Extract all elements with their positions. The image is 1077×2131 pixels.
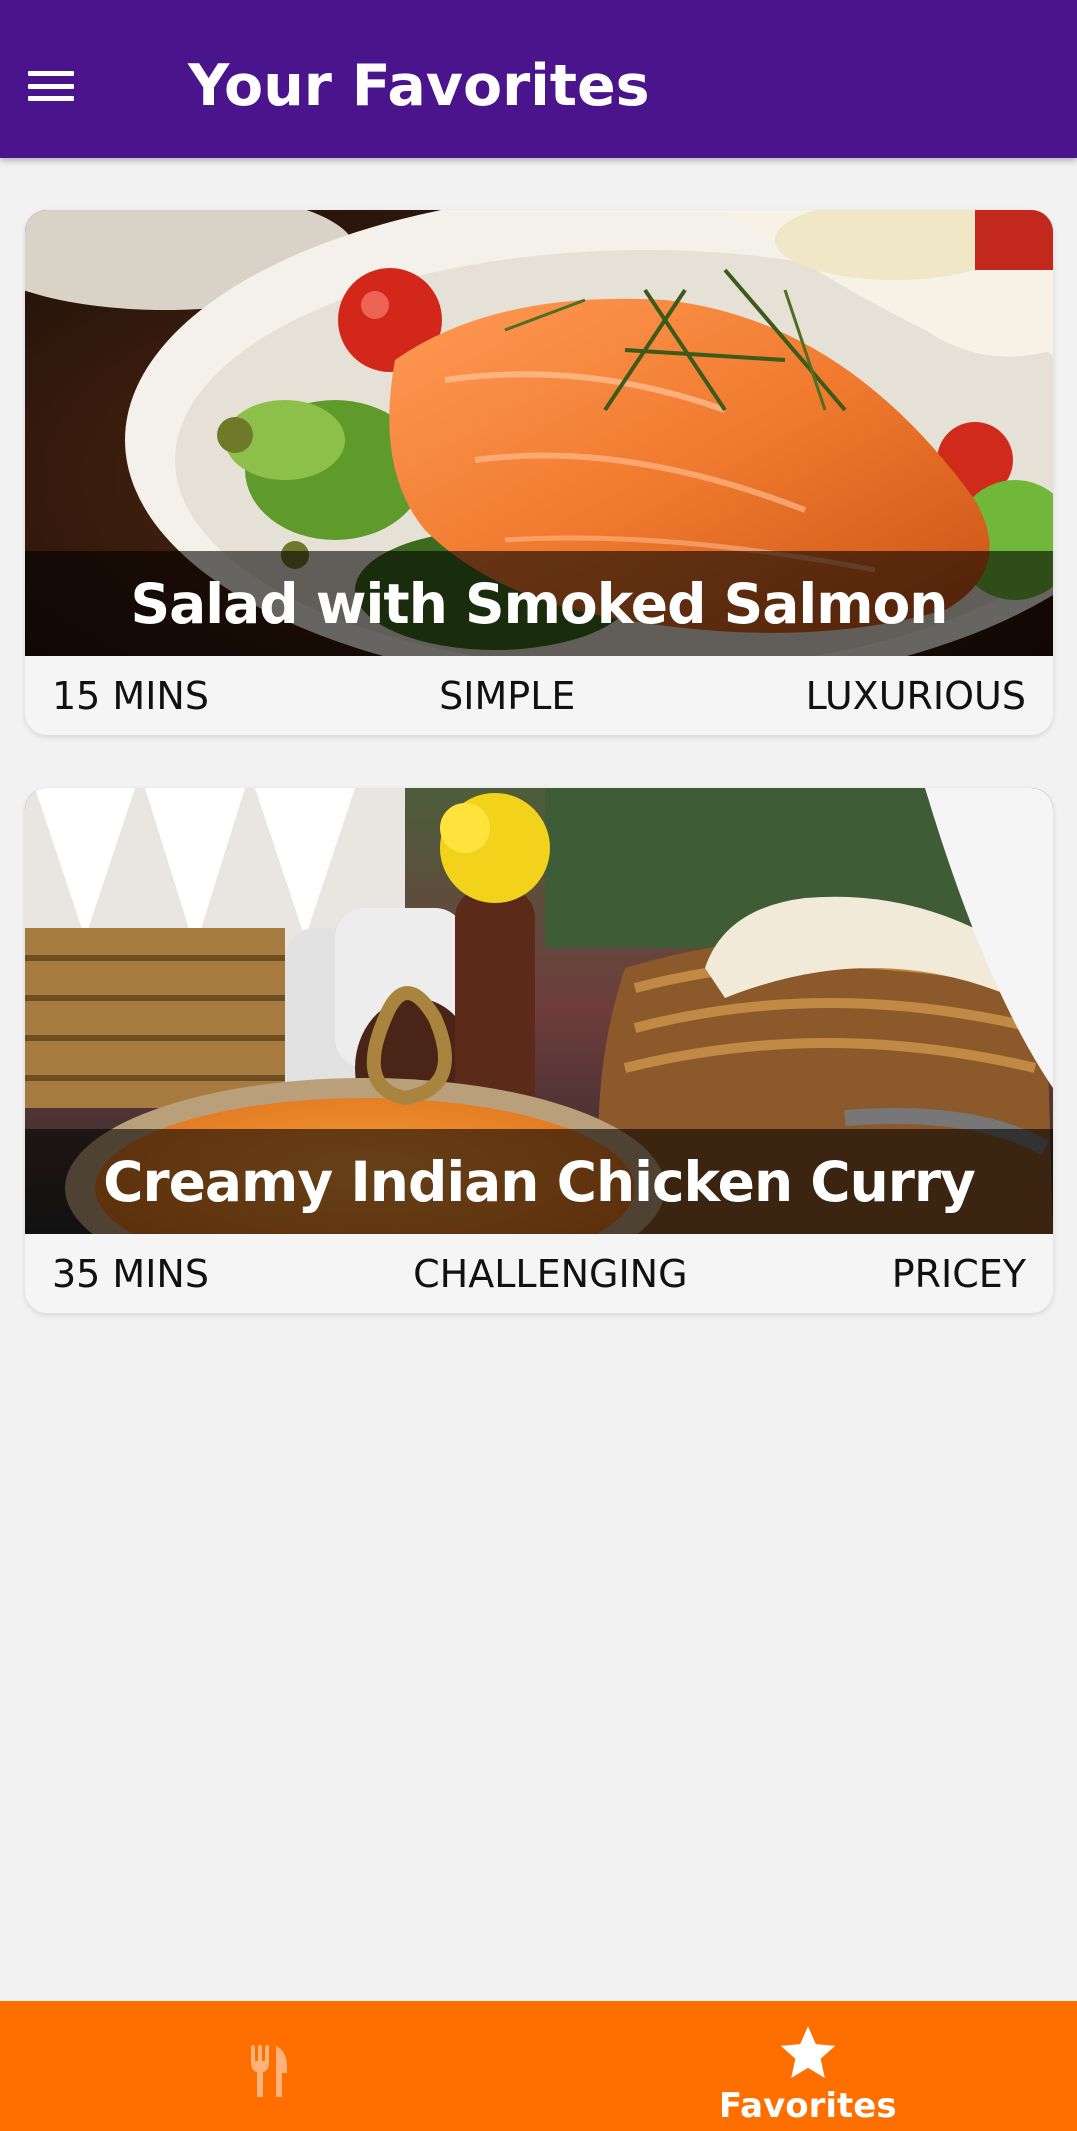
meal-card[interactable]: Salad with Smoked Salmon 15 MINS SIMPLE … xyxy=(25,210,1053,735)
tab-favorites[interactable]: Favorites xyxy=(539,2001,1077,2131)
favorite-meals-list: Salad with Smoked Salmon 15 MINS SIMPLE … xyxy=(25,210,1053,1366)
meal-details: 15 MINS SIMPLE LUXURIOUS xyxy=(25,656,1053,735)
meal-affordability: PRICEY xyxy=(891,1251,1026,1296)
meal-details: 35 MINS CHALLENGING PRICEY xyxy=(25,1234,1053,1313)
tab-favorites-label: Favorites xyxy=(718,2086,897,2126)
restaurant-icon xyxy=(251,2045,288,2097)
meal-title: Creamy Indian Chicken Curry xyxy=(103,1149,976,1214)
meal-duration: 15 MINS xyxy=(52,673,209,718)
meal-affordability: LUXURIOUS xyxy=(805,673,1026,718)
meal-duration: 35 MINS xyxy=(52,1251,209,1296)
menu-button[interactable] xyxy=(14,44,88,128)
star-icon xyxy=(780,2026,835,2078)
tab-meals[interactable] xyxy=(0,2001,539,2131)
hamburger-menu-icon xyxy=(28,71,74,101)
page-title: Your Favorites xyxy=(188,53,650,119)
meal-image-salmon-salad: Salad with Smoked Salmon xyxy=(25,210,1053,656)
bottom-navigation-bar: Favorites xyxy=(0,2001,1077,2131)
meal-title-overlay: Creamy Indian Chicken Curry xyxy=(25,1129,1053,1234)
app-bar: Your Favorites xyxy=(0,0,1077,158)
meal-complexity: CHALLENGING xyxy=(413,1251,688,1296)
favorites-screen: Your Favorites Salad with Smoked Salmon … xyxy=(0,0,1077,2131)
meal-title: Salad with Smoked Salmon xyxy=(130,571,949,636)
meal-complexity: SIMPLE xyxy=(439,673,576,718)
meal-image-chicken-curry: Creamy Indian Chicken Curry xyxy=(25,788,1053,1234)
meal-card[interactable]: Creamy Indian Chicken Curry 35 MINS CHAL… xyxy=(25,788,1053,1313)
meal-title-overlay: Salad with Smoked Salmon xyxy=(25,551,1053,656)
